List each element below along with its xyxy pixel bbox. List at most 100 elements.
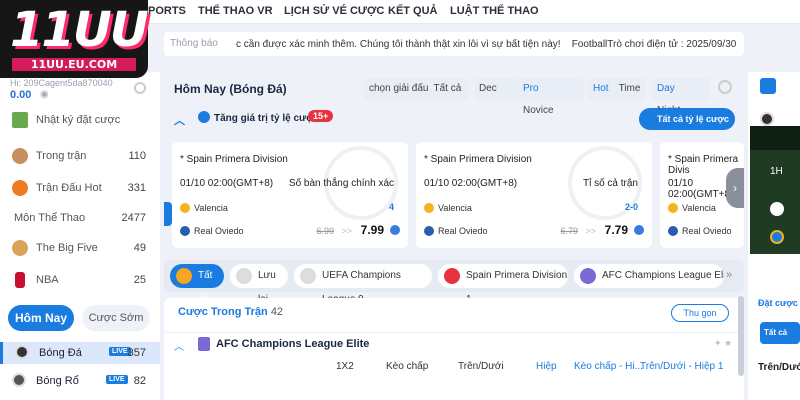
league-logo-icon <box>444 268 460 284</box>
boost-icon <box>198 111 210 123</box>
market-columns: 1X2 Kèo chấp Trên/Dưới Hiệp Kèo chấp - H… <box>336 361 724 372</box>
boost-count-badge: 15+ <box>308 110 334 122</box>
mode-toggle[interactable]: ProNovice <box>518 78 584 116</box>
pin-star-icon[interactable]: ✦ ★ <box>714 338 732 349</box>
team-logo-icon <box>180 226 190 236</box>
football-icon <box>760 112 774 126</box>
odds-value[interactable]: 7.79 <box>605 223 628 237</box>
football-icon <box>15 345 29 359</box>
sort-toggle[interactable]: Hot Time <box>588 78 646 100</box>
trophy-icon <box>198 337 210 351</box>
over-under-label: Trên/Dưới <box>758 362 800 373</box>
sidebar: Hi: 209Cagent5da870040 0.00 ◉ Nhật ký đặ… <box>0 72 160 400</box>
filter-laliga[interactable]: Spain Primera Division 1 <box>438 264 568 305</box>
half-label: 1H <box>770 166 783 177</box>
odds-format-select[interactable]: Dec <box>474 78 518 100</box>
sport-item-basketball[interactable]: Bóng Rổ LIVE 82 <box>0 370 160 392</box>
sort-hot[interactable]: Hot <box>588 78 614 100</box>
scrollbar[interactable] <box>738 296 744 376</box>
eye-icon[interactable]: ◉ <box>40 89 49 100</box>
main-content: Hôm Nay (Bóng Đá) chọn giải đấu Tất cả De… <box>164 72 744 400</box>
sort-time[interactable]: Time <box>614 78 646 100</box>
account-id: Hi: 209Cagent5da870040 <box>10 78 113 88</box>
nav-item-bet-history[interactable]: LỊCH SỬ VÉ CƯỢC <box>284 5 384 17</box>
nav-item-results[interactable]: KẾT QUẢ <box>388 5 438 17</box>
boost-card[interactable]: * Spain Primera Division 01/10 02:00(GMT… <box>172 142 408 248</box>
filter-saved[interactable]: Lưu lại <box>230 264 288 305</box>
team-logo-icon <box>180 203 190 213</box>
main-header: Hôm Nay (Bóng Đá) chọn giải đấu Tất cả De… <box>164 72 744 116</box>
notice-bar: Thông báo c cần được xác minh thêm. Chún… <box>164 32 744 56</box>
filter-afc[interactable]: AFC Champions League Elite 4 <box>574 264 724 288</box>
odds-value[interactable]: 7.99 <box>361 223 384 237</box>
nav-item-sports[interactable]: PORTS <box>148 5 186 17</box>
league-logo-icon <box>300 268 316 284</box>
team-logo-icon <box>668 203 678 213</box>
sidebar-item-in-play[interactable]: Trong trận 110 <box>0 146 160 168</box>
notice-label: Thông báo <box>170 38 218 49</box>
tab-today[interactable]: Hôm Nay <box>8 305 74 331</box>
collapse-chevron-icon[interactable]: ︿ <box>174 112 185 128</box>
boost-card[interactable]: * Spain Primera Division 01/10 02:00(GMT… <box>416 142 652 248</box>
video-header <box>750 126 800 150</box>
filter-all[interactable]: Tất cả <box>170 264 224 305</box>
chevron-up-icon[interactable]: ︿ <box>174 338 184 353</box>
team-logo-icon <box>424 226 434 236</box>
notice-text: c cần được xác minh thêm. Chúng tôi thàn… <box>236 39 736 50</box>
brand-url: 11UU.EU.COM <box>12 58 136 71</box>
sidebar-item-sports[interactable]: Môn Thể Thao 2477 <box>0 208 160 230</box>
refresh-icon[interactable] <box>134 82 146 94</box>
team-logo-icon <box>770 202 784 216</box>
team-logo-icon <box>668 226 678 236</box>
brand-name: 11UU <box>10 2 149 58</box>
sport-item-football[interactable]: Bóng Đá LIVE 357 <box>0 342 160 364</box>
up-arrow-icon <box>634 225 644 235</box>
live-badge: LIVE <box>106 375 128 384</box>
arrow-icon: >> <box>341 226 352 236</box>
all-odds-button[interactable]: Tất cả tỷ lệ cược <box>639 108 735 130</box>
date-tabs: Hôm Nay Cược Sớm <box>8 305 156 331</box>
sidebar-item-big-five[interactable]: The Big Five 49 <box>0 238 160 260</box>
double-chevron-right-icon[interactable]: » <box>726 269 732 281</box>
page-title: Hôm Nay (Bóng Đá) <box>174 82 287 96</box>
league-filter-bar: Tất cả Lưu lại UEFA Champions League 9 S… <box>164 260 744 305</box>
league-logo-icon <box>580 268 596 284</box>
tab-early-bets[interactable]: Cược Sớm <box>82 305 150 331</box>
brand-logo[interactable]: 11UU 11UU.EU.COM <box>0 0 149 78</box>
carousel-next-button[interactable]: › <box>726 168 744 208</box>
league-row[interactable]: ︿ AFC Champions League Elite ✦ ★ <box>164 332 744 356</box>
right-panel: 1H Đặt cược Tất cả cược Trên/Dưới <box>748 72 800 400</box>
notebook-icon <box>12 112 28 128</box>
in-play-panel: Cược Trong Trận 42 Thu gọn ︿ AFC Champio… <box>164 298 744 400</box>
up-arrow-icon <box>390 225 400 235</box>
tv-icon[interactable] <box>760 78 776 94</box>
ball-icon <box>12 240 28 256</box>
grid-icon <box>176 268 192 284</box>
basketball-icon <box>12 373 26 387</box>
live-video[interactable]: 1H <box>750 126 800 254</box>
sidebar-item-bet-log[interactable]: Nhật ký đặt cược <box>0 110 160 132</box>
theme-toggle[interactable]: DayNight <box>652 78 710 116</box>
nba-icon <box>15 272 25 288</box>
refresh-icon[interactable] <box>718 80 732 94</box>
theme-day[interactable]: Day <box>652 78 680 100</box>
collapse-button[interactable]: Thu gọn <box>671 304 729 322</box>
mode-pro[interactable]: Pro <box>518 78 544 100</box>
star-icon <box>236 268 252 284</box>
fire-icon <box>12 180 28 196</box>
league-select[interactable]: chọn giải đấu Tất cả <box>364 78 468 100</box>
arrow-icon: >> <box>585 226 596 236</box>
bet-slip-label[interactable]: Đặt cược <box>758 298 798 308</box>
nav-item-virtual-sports[interactable]: THỂ THAO VR <box>198 5 273 17</box>
all-bets-button[interactable]: Tất cả cược <box>760 322 800 359</box>
in-play-title: Cược Trong Trận 42 <box>178 306 284 318</box>
team-logo-icon <box>424 203 434 213</box>
account-balance: 0.00 <box>10 89 32 101</box>
sidebar-item-hot-matches[interactable]: Trận Đấu Hot 331 <box>0 178 160 200</box>
sidebar-item-nba[interactable]: NBA 25 <box>0 270 160 292</box>
ball-icon <box>12 148 28 164</box>
carousel-prev-button[interactable] <box>164 202 172 226</box>
nav-item-rules[interactable]: LUẬT THỂ THAO <box>450 5 539 17</box>
filter-ucl[interactable]: UEFA Champions League 9 <box>294 264 432 305</box>
team-logo-icon <box>770 230 784 244</box>
